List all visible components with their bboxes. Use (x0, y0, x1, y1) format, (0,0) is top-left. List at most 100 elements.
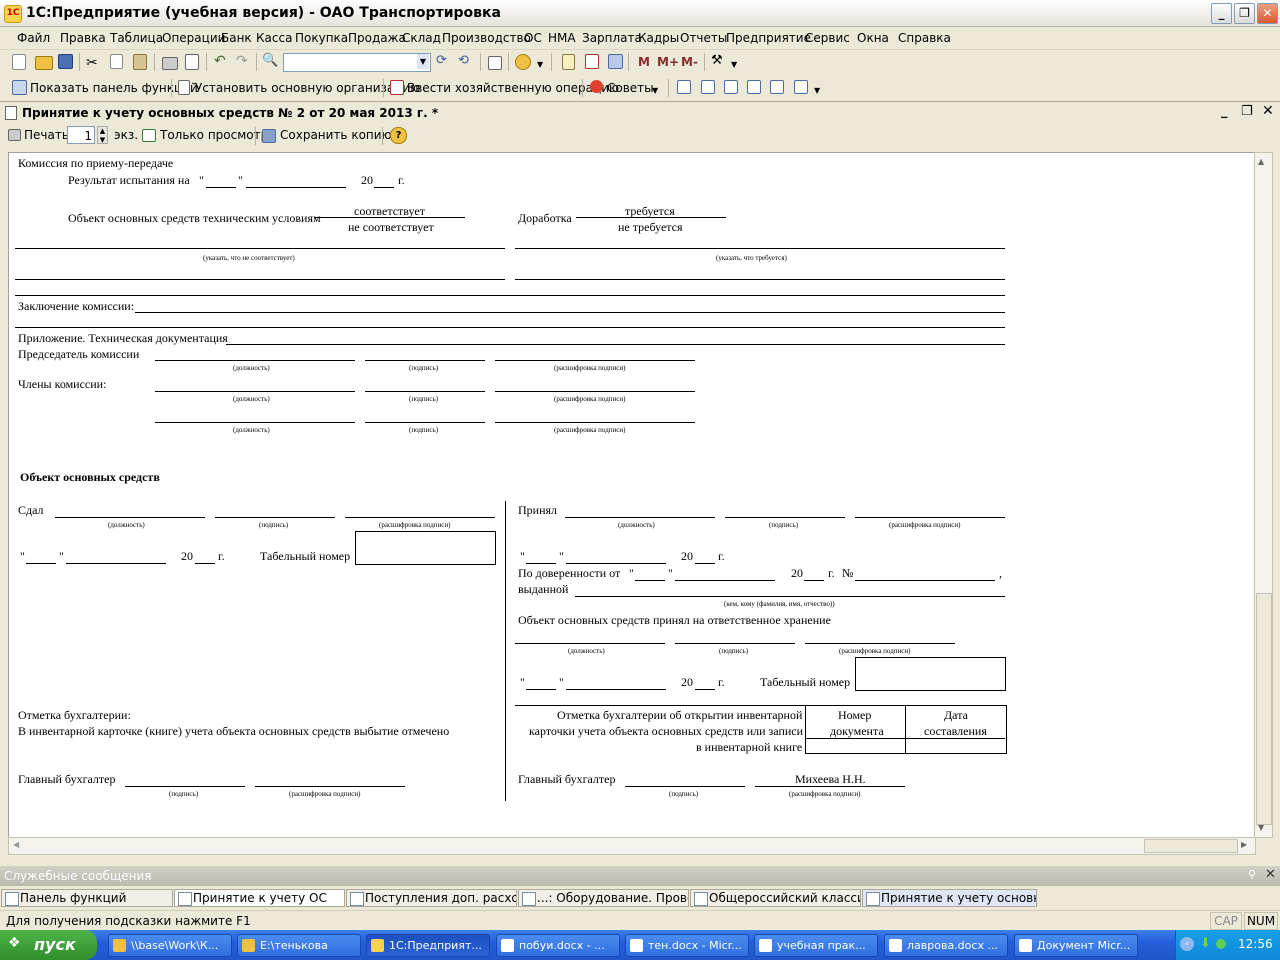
task-word-pobui[interactable]: побуи.docx - ... (496, 934, 620, 957)
tips-button[interactable]: Советы (607, 81, 654, 95)
memory-minus-button[interactable]: M- (681, 55, 698, 69)
task-folder-tenkova[interactable]: E:\тенькова (237, 934, 361, 957)
tools-dropdown-icon[interactable]: ▼ (731, 60, 737, 69)
horizontal-scroll-thumb[interactable] (1144, 839, 1238, 853)
clock[interactable]: 12:56 (1238, 937, 1273, 951)
menu-windows[interactable]: Окна (857, 31, 889, 45)
pin-icon[interactable]: ⚲ (1248, 868, 1256, 881)
menu-os[interactable]: ОС (524, 31, 542, 45)
task-word-lavrova[interactable]: лаврова.docx ... (884, 934, 1008, 957)
menu-cash[interactable]: Касса (256, 31, 292, 45)
set-main-organization-button[interactable]: Установить основную организацию (195, 81, 420, 95)
search-dropdown-icon[interactable]: ▼ (417, 54, 429, 69)
maximize-button[interactable]: ❐ (1234, 3, 1255, 24)
download-icon[interactable]: ⬇ (1200, 937, 1212, 951)
task-word-document[interactable]: Документ Micr... (1014, 934, 1138, 957)
print-icon[interactable] (162, 57, 178, 70)
report-icon-1[interactable] (677, 80, 691, 94)
info-dropdown-icon[interactable]: ▼ (537, 60, 543, 69)
open-folder-icon[interactable] (35, 56, 53, 70)
task-word-ten[interactable]: тен.docx - Micr... (625, 934, 749, 957)
copies-spinner[interactable]: ▲ ▼ (97, 126, 108, 144)
task-folder-base[interactable]: \\base\Work\К... (108, 934, 232, 957)
report-icon-3[interactable] (724, 80, 738, 94)
cut-icon[interactable]: ✂ (86, 55, 98, 71)
print-preview-icon[interactable] (185, 54, 199, 70)
tools-icon[interactable]: ⚒ (711, 53, 723, 68)
menu-purchase[interactable]: Покупка (295, 31, 348, 45)
show-function-panel-button[interactable]: Показать панель функций (30, 81, 198, 95)
tab-classifier[interactable]: Общероссийский классиф... (690, 889, 861, 907)
menu-warehouse[interactable]: Склад (402, 31, 441, 45)
tab-acceptance-os[interactable]: Принятие к учету ОС (174, 889, 345, 907)
scroll-right-icon[interactable]: ▶ (1241, 840, 1247, 849)
scroll-down-icon[interactable]: ▼ (1258, 823, 1264, 832)
find-next-icon[interactable]: ⟳ (436, 53, 447, 68)
vertical-scroll-thumb[interactable] (1256, 593, 1272, 825)
messages-close-button[interactable]: ✕ (1265, 867, 1276, 882)
minimize-button[interactable]: _ (1211, 3, 1232, 24)
print-button[interactable]: Печать (24, 128, 69, 142)
memory-m-button[interactable]: M (638, 55, 650, 69)
report-icon-5[interactable] (770, 80, 784, 94)
task-word-practice[interactable]: учебная прак... (754, 934, 878, 957)
status-dot-icon[interactable] (1216, 939, 1226, 949)
standard-toolbar: ✂ ↶ ↷ 🔍 ▼ ⟳ ⟲ ▼ M M+ M- ⚒ ▼ (0, 50, 1280, 75)
search-icon[interactable]: 🔍 (262, 53, 278, 68)
menu-bank[interactable]: Банк (221, 31, 252, 45)
menu-file[interactable]: Файл (17, 31, 50, 45)
menu-table[interactable]: Таблица (110, 31, 163, 45)
close-button[interactable]: ✕ (1257, 3, 1278, 24)
menu-production[interactable]: Производство (442, 31, 531, 45)
report-icon-6[interactable] (794, 80, 808, 94)
search-input[interactable] (283, 53, 431, 72)
start-button[interactable]: ❖ пуск (0, 930, 97, 960)
info-icon[interactable] (515, 54, 531, 70)
redo-icon[interactable]: ↷ (236, 53, 248, 69)
tray-expand-icon[interactable]: ‹ (1180, 937, 1194, 951)
tab-function-panel[interactable]: Панель функций (1, 889, 173, 907)
view-only-checkbox-icon[interactable] (142, 129, 156, 142)
menu-help[interactable]: Справка (898, 31, 951, 45)
scroll-up-icon[interactable]: ▲ (1258, 157, 1264, 166)
new-document-icon[interactable] (12, 54, 26, 70)
menu-edit[interactable]: Правка (60, 31, 106, 45)
calculator-icon[interactable] (562, 54, 575, 70)
tab-equipment[interactable]: ...: Оборудование. Проведен (518, 889, 689, 907)
doc-minimize-button[interactable]: _ (1221, 104, 1228, 119)
windows-icon[interactable] (488, 56, 502, 70)
menu-sales[interactable]: Продажа (348, 31, 406, 45)
save-copy-button[interactable]: Сохранить копию... (280, 128, 403, 142)
task-1c-enterprise[interactable]: 1С:Предприят... (366, 934, 490, 957)
doc-restore-button[interactable]: ❐ (1241, 104, 1253, 119)
tab-acceptance-fixed-assets[interactable]: Принятие к учету основных... (862, 889, 1037, 907)
save-icon[interactable] (58, 54, 73, 69)
menu-salary[interactable]: Зарплата (582, 31, 642, 45)
enter-operation-button[interactable]: Ввести хозяйственную операцию (407, 81, 619, 95)
scroll-left-icon[interactable]: ◀ (13, 840, 19, 849)
undo-icon[interactable]: ↶ (214, 53, 226, 69)
report-icon-2[interactable] (701, 80, 715, 94)
doc-close-button[interactable]: ✕ (1262, 103, 1274, 119)
horizontal-scrollbar[interactable]: ◀ ▶ (8, 837, 1256, 855)
menu-service[interactable]: Сервис (805, 31, 850, 45)
view-only-button[interactable]: Только просмотр (160, 128, 268, 142)
menu-nma[interactable]: НМА (548, 31, 576, 45)
users-icon[interactable] (608, 54, 623, 69)
paste-icon[interactable] (133, 54, 147, 70)
copy-icon[interactable] (110, 54, 123, 69)
reports-dropdown-icon[interactable]: ▼ (814, 86, 820, 95)
tips-dropdown-icon[interactable]: ▼ (652, 86, 658, 95)
menu-staff[interactable]: Кадры (638, 31, 679, 45)
find-prev-icon[interactable]: ⟲ (458, 53, 469, 68)
menu-reports[interactable]: Отчеты (680, 31, 727, 45)
calendar-icon[interactable] (585, 54, 599, 69)
help-icon[interactable]: ? (390, 127, 407, 144)
memory-plus-button[interactable]: M+ (657, 55, 679, 69)
copies-input[interactable]: 1 (67, 126, 95, 144)
menu-enterprise[interactable]: Предприятие (726, 31, 811, 45)
report-icon-4[interactable] (747, 80, 761, 94)
menu-operations[interactable]: Операции (162, 31, 225, 45)
vertical-scrollbar[interactable]: ▲ ▼ (1254, 152, 1273, 838)
tab-additional-costs[interactable]: Поступления доп. расходов (346, 889, 517, 907)
